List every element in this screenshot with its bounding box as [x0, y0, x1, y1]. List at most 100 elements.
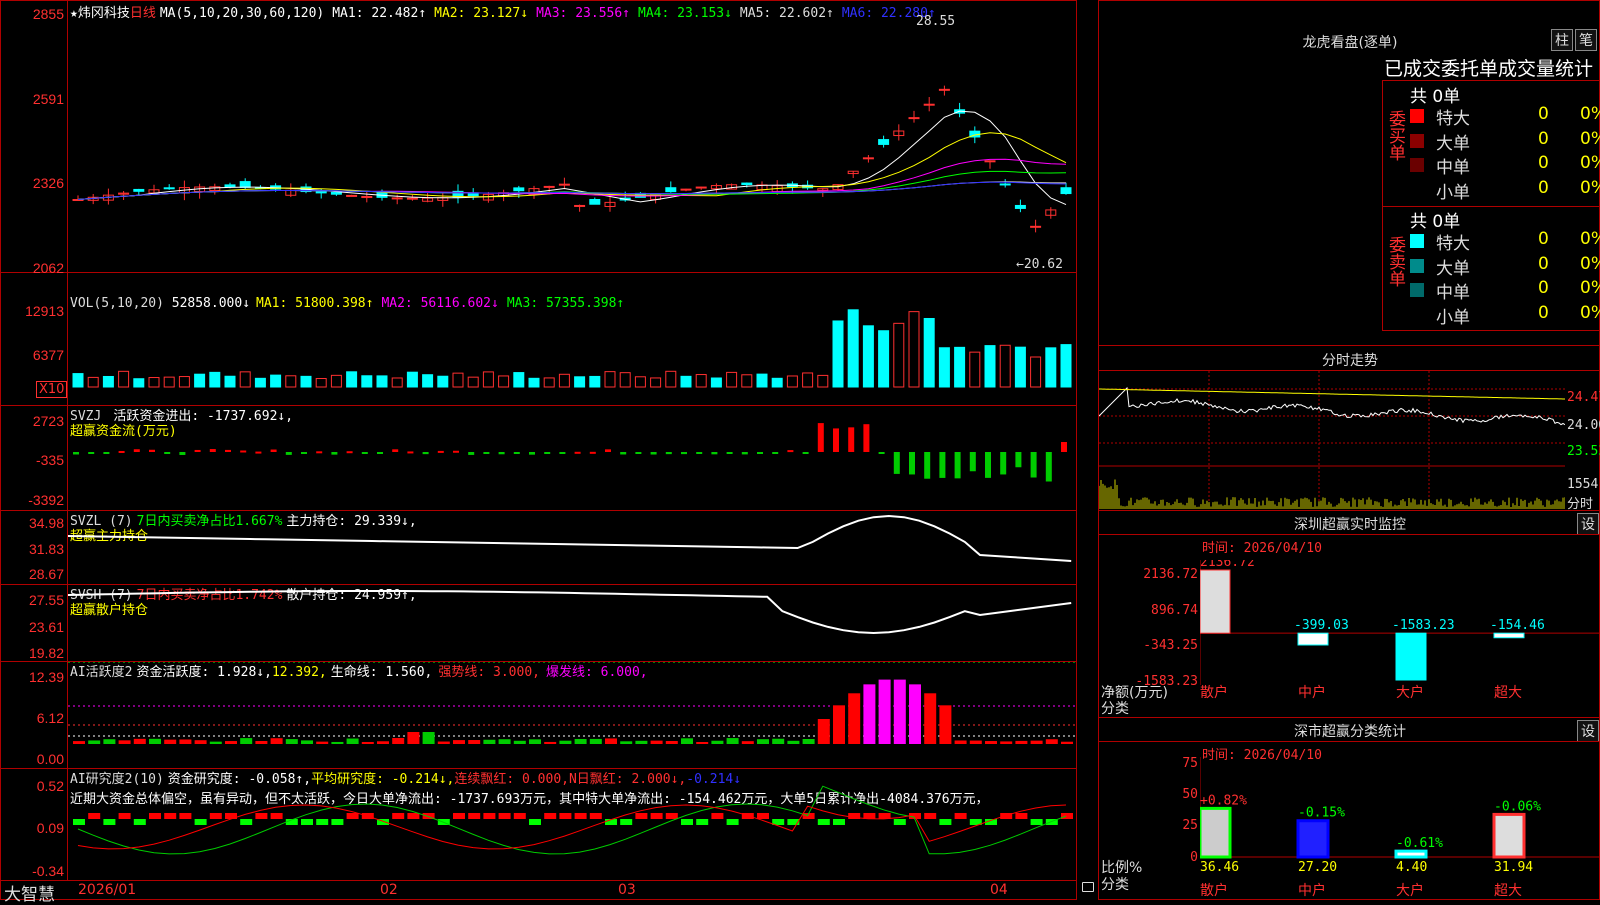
price-axis-label: 2062 — [32, 260, 64, 276]
research-bar — [240, 819, 253, 825]
volume-bar — [498, 375, 510, 388]
volume-bar — [862, 325, 874, 388]
flow-bar — [1045, 452, 1052, 482]
candle — [878, 139, 890, 145]
net-flow-value: -399.03 — [1294, 618, 1349, 633]
net-flow-bar — [1493, 632, 1525, 639]
activity-bar — [605, 738, 617, 744]
activity-bar — [285, 739, 298, 744]
flow-bar — [620, 452, 627, 455]
volume-chart[interactable] — [68, 273, 1076, 405]
candle — [680, 188, 692, 191]
research-bar — [301, 819, 313, 825]
ratio-bar — [1296, 819, 1330, 859]
research-bar — [468, 813, 481, 819]
activity-bar — [301, 740, 313, 744]
volume-bar — [178, 376, 190, 388]
research-bar — [407, 813, 420, 819]
flow-bar — [741, 452, 748, 455]
date-label: 03 — [618, 882, 636, 898]
activity-bar — [164, 739, 177, 744]
volume-bar — [422, 374, 434, 388]
order-pct: 0% — [1580, 302, 1600, 323]
research-bar — [711, 813, 724, 819]
bar-toggle-button[interactable]: 柱 — [1551, 29, 1573, 51]
flow-bar — [757, 452, 763, 454]
research-bar — [1030, 819, 1043, 825]
order-row: 大单 0 0% — [1410, 254, 1600, 279]
brand-logo[interactable]: 大智慧 — [4, 880, 55, 905]
net-flow-value: 2136.72 — [1200, 560, 1255, 570]
svzl-axis-label: 28.67 — [28, 566, 64, 582]
flow-bar — [969, 452, 976, 472]
volume-bar — [1045, 347, 1057, 388]
order-row: 大单 0 0% — [1410, 129, 1600, 154]
volume-bar — [467, 376, 479, 388]
pen-toggle-button[interactable]: 笔 — [1575, 29, 1597, 51]
activity-bar — [681, 738, 693, 744]
activity-bar — [118, 740, 131, 744]
volume-bar — [938, 347, 950, 388]
svsh-chart[interactable] — [68, 585, 1076, 661]
candle — [589, 199, 601, 205]
ai-research-axis-label: 0.09 — [36, 820, 64, 836]
volume-bar — [391, 377, 403, 388]
monitor-bar-chart[interactable]: 2136.72 散户 -399.03 中户 -1583.23 大户 -154.46 超大 — [1200, 560, 1600, 715]
order-swatch — [1410, 109, 1424, 123]
flow-bar — [1000, 452, 1007, 475]
candle — [999, 183, 1011, 186]
activity-bar — [741, 741, 754, 744]
ai-active-axis-label: 6.12 — [36, 710, 64, 726]
flow-bar — [73, 452, 79, 455]
classify-bar-chart[interactable]: +0.82% 36.46 散户 -0.15% 27.20 中户 -0.61% 4.40 大户 -0… — [1200, 757, 1600, 900]
activity-bar — [574, 738, 587, 744]
net-flow-bar — [1297, 632, 1329, 646]
ai-research-chart[interactable] — [68, 769, 1076, 880]
activity-bar — [772, 738, 785, 744]
svzj-chart[interactable] — [68, 406, 1076, 510]
activity-bar — [802, 738, 815, 744]
order-count: 0 — [1538, 229, 1549, 249]
ratio-value: 27.20 — [1298, 860, 1337, 875]
volume-bar — [817, 374, 829, 388]
volume-bar — [528, 377, 540, 388]
volume-bar — [786, 375, 798, 388]
order-row: 小单 0 0% — [1410, 302, 1600, 328]
ai-active-chart[interactable] — [68, 662, 1076, 768]
svzl-chart[interactable] — [68, 511, 1076, 584]
candle — [163, 187, 175, 190]
flow-bar — [665, 452, 672, 455]
candlestick-chart[interactable] — [68, 0, 1076, 272]
order-type: 特大 — [1436, 109, 1470, 129]
activity-bar — [270, 738, 283, 744]
category-label: 中户 — [1298, 684, 1326, 701]
classify-settings-button[interactable]: 设 — [1577, 720, 1599, 742]
svsh-axis-label: 19.82 — [28, 645, 64, 661]
volume-bar — [695, 374, 707, 388]
flow-bar — [133, 449, 140, 452]
order-row: 特大 0 0% — [1410, 229, 1600, 254]
svzj-axis-label: -3392 — [28, 492, 64, 508]
panel-divider — [1098, 510, 1600, 511]
intraday-chart[interactable] — [1099, 371, 1565, 509]
order-type: 小单 — [1436, 182, 1470, 203]
dragon-divider — [1382, 80, 1383, 330]
activity-bar — [589, 738, 602, 744]
volume-bar — [878, 330, 890, 388]
research-bar — [954, 813, 967, 819]
monitor-settings-button[interactable]: 设 — [1577, 513, 1599, 535]
main-force-line — [68, 514, 1072, 562]
activity-bar — [468, 740, 481, 744]
order-row: 小单 0 0% — [1410, 178, 1600, 203]
classify-axis-label: 25 — [1182, 818, 1198, 833]
activity-bar — [407, 732, 420, 744]
ratio-change: +0.82% — [1200, 793, 1247, 808]
flow-bar — [103, 452, 110, 454]
candle — [984, 160, 996, 163]
activity-bar — [544, 741, 557, 744]
category-label: 超大 — [1494, 883, 1522, 899]
lock-icon[interactable] — [1082, 882, 1094, 892]
research-bar — [392, 813, 405, 819]
svzj-axis-label: 2723 — [32, 413, 64, 429]
volume-bar — [726, 371, 738, 388]
